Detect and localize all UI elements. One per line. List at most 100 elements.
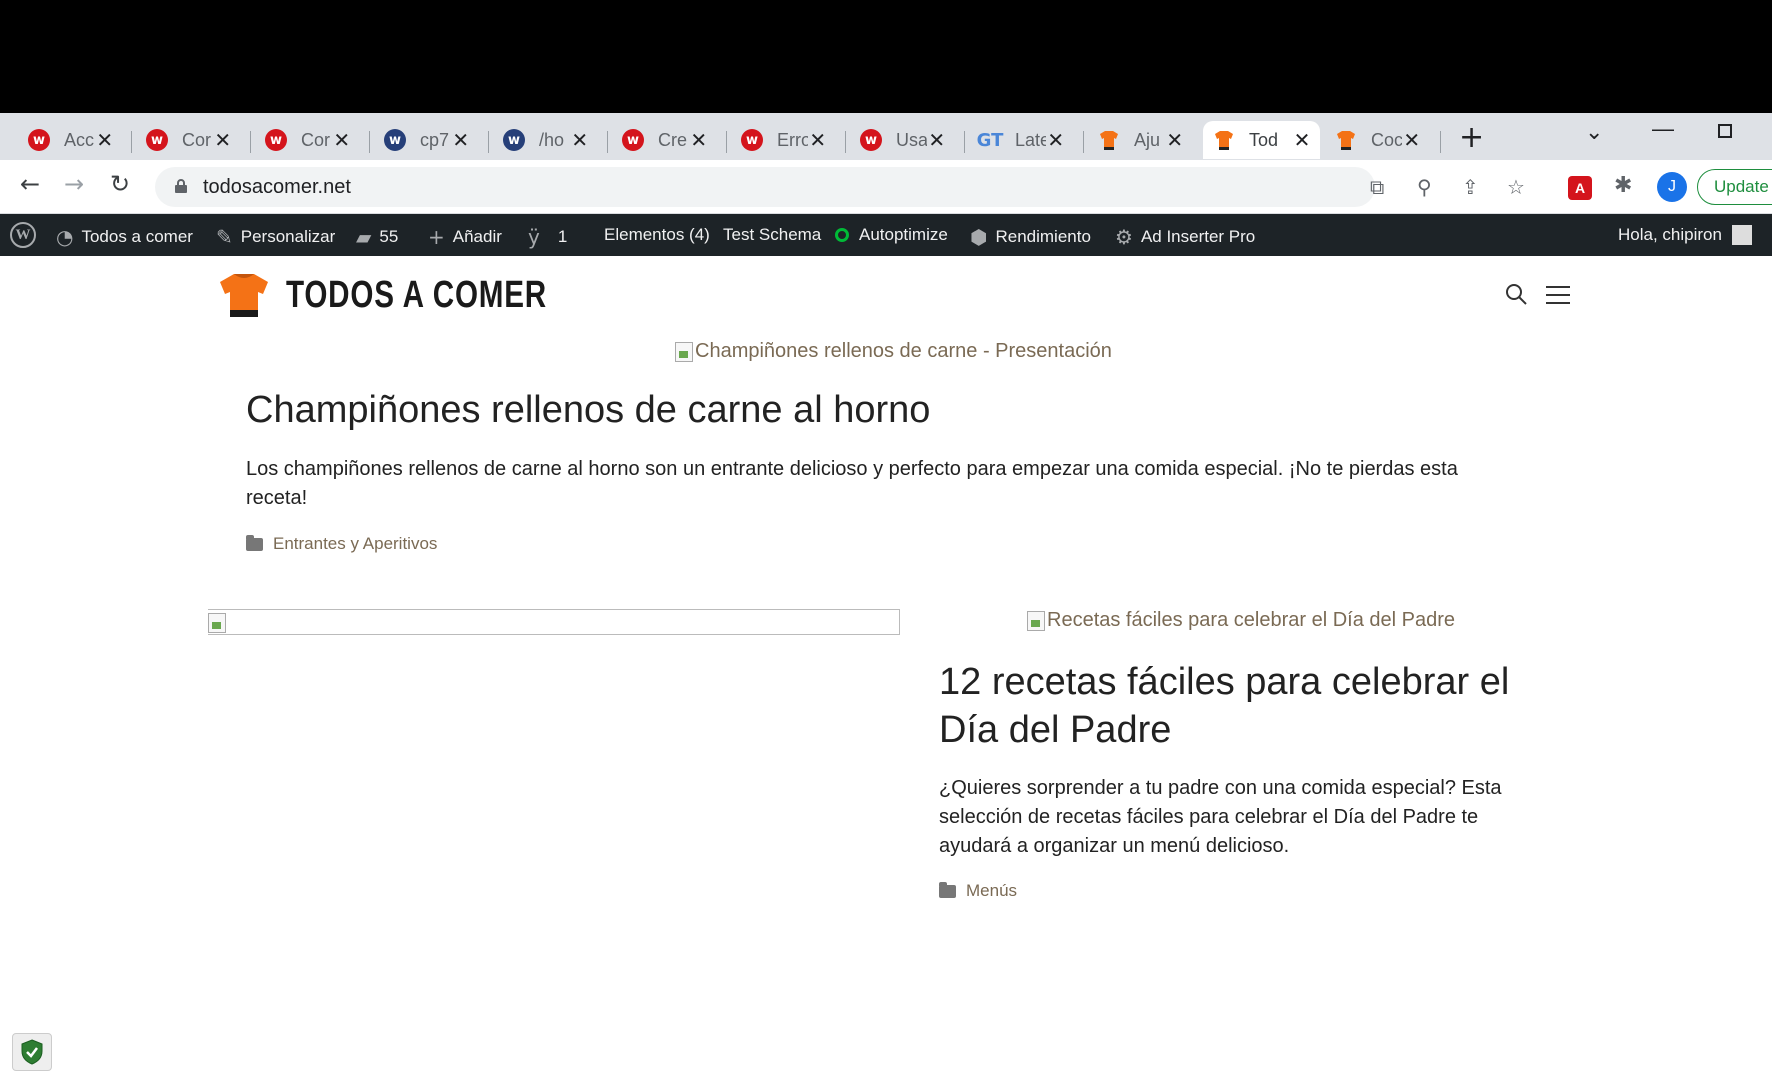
ad-inserter-label: Ad Inserter Pro <box>1140 227 1256 246</box>
restore-window-icon[interactable] <box>1718 124 1732 138</box>
url-text[interactable]: todosacomer.net <box>203 176 351 199</box>
autoptimize-label: Autoptimize <box>859 225 948 244</box>
add-new-label: Añadir <box>452 227 502 246</box>
shirt-icon <box>1335 129 1357 151</box>
w-red-circle-icon: w <box>146 129 168 151</box>
w-red-icon: w <box>622 129 644 151</box>
comment-bubble-icon: ▰ <box>356 225 372 249</box>
close-icon[interactable]: ✕ <box>451 128 470 152</box>
address-bar[interactable]: todosacomer.net ⧉ ⚲ ⇪ ☆ <box>155 167 1525 207</box>
close-icon[interactable]: ✕ <box>1402 128 1421 152</box>
tab-separator <box>607 131 608 153</box>
browser-tab[interactable]: w Cor ✕ <box>136 121 240 159</box>
close-icon[interactable]: ✕ <box>808 128 827 152</box>
browser-tab[interactable]: w Erro ✕ <box>731 121 835 159</box>
admin-bar-comments[interactable]: ▰ 55 <box>356 225 398 249</box>
browser-tab[interactable]: GT Late ✕ <box>969 121 1073 159</box>
reload-icon[interactable]: ↻ <box>110 170 130 198</box>
close-icon[interactable]: ✕ <box>570 128 589 152</box>
w-blue-circle-icon: w <box>503 129 525 151</box>
greeting-label: Hola, chipiron <box>1618 225 1722 244</box>
admin-bar-yoast[interactable]: ÿ 1 <box>528 225 567 249</box>
wp-admin-bar: W ◔ Todos a comer ✎ Personalizar ▰ 55 + … <box>0 214 1772 256</box>
admin-bar-add-new[interactable]: + Añadir <box>428 225 502 249</box>
zoom-out-icon[interactable]: ⚲ <box>1417 175 1432 199</box>
admin-bar-autoptimize[interactable]: Autoptimize <box>835 225 948 245</box>
close-icon[interactable]: ✕ <box>927 128 946 152</box>
post-title[interactable]: Champiñones rellenos de carne al horno <box>246 386 930 434</box>
tab-separator <box>1083 131 1084 153</box>
image-placeholder[interactable] <box>208 609 900 635</box>
browser-tab[interactable]: w Acc ✕ <box>18 121 122 159</box>
translate-icon[interactable]: ⧉ <box>1370 175 1384 199</box>
post-title[interactable]: 12 recetas fáciles para celebrar el Día … <box>939 658 1569 754</box>
tab-title: Erro <box>777 129 809 150</box>
comments-count: 55 <box>379 227 399 246</box>
category-link[interactable]: Menús <box>966 881 1017 901</box>
tab-title: Late <box>1015 129 1047 150</box>
close-icon[interactable]: ✕ <box>95 128 114 152</box>
new-tab-plus-icon[interactable]: + <box>1459 120 1484 155</box>
browser-tab[interactable]: Coc ✕ <box>1325 121 1429 159</box>
tab-separator <box>964 131 965 153</box>
profile-avatar[interactable]: J <box>1657 172 1687 202</box>
security-shield-badge[interactable] <box>12 1033 52 1071</box>
browser-tab[interactable]: w Usa ✕ <box>850 121 954 159</box>
browser-tab[interactable]: w Cor ✕ <box>255 121 359 159</box>
admin-bar-ad-inserter[interactable]: ⚙ Ad Inserter Pro <box>1115 225 1255 249</box>
wordpress-logo-icon[interactable]: W <box>10 222 36 248</box>
close-icon[interactable]: ✕ <box>213 128 232 152</box>
bookmark-star-icon[interactable]: ☆ <box>1507 175 1525 199</box>
close-icon[interactable]: ✕ <box>332 128 351 152</box>
shirt-icon <box>1098 129 1120 151</box>
post-category[interactable]: Entrantes y Aperitivos <box>246 534 437 554</box>
broken-image[interactable]: Champiñones rellenos de carne - Presenta… <box>675 340 1112 363</box>
search-icon[interactable] <box>1504 282 1528 306</box>
pdf-extension-icon[interactable]: A <box>1568 176 1592 200</box>
browser-tab[interactable]: Aju ✕ <box>1088 121 1192 159</box>
folder-icon <box>939 881 956 898</box>
site-logo[interactable]: TODOS A COMER <box>218 272 621 318</box>
admin-bar-account[interactable]: Hola, chipiron <box>1618 225 1752 245</box>
browser-tab[interactable]: w cp7 ✕ <box>374 121 478 159</box>
tab-title: Coc <box>1371 129 1403 150</box>
admin-bar-customize[interactable]: ✎ Personalizar <box>216 225 335 249</box>
close-icon[interactable]: ✕ <box>1165 128 1184 152</box>
close-icon[interactable]: ✕ <box>689 128 708 152</box>
category-link[interactable]: Entrantes y Aperitivos <box>273 534 437 554</box>
broken-image-icon <box>1027 610 1045 631</box>
w-red-icon: w <box>28 129 50 151</box>
performance-label: Rendimiento <box>995 227 1091 246</box>
broken-image[interactable]: Recetas fáciles para celebrar el Día del… <box>1027 609 1455 632</box>
lock-icon[interactable] <box>175 179 187 193</box>
shirt-logo-icon <box>220 274 268 317</box>
hamburger-menu-icon[interactable] <box>1546 286 1570 310</box>
tab-separator <box>131 131 132 153</box>
close-icon[interactable]: ✕ <box>1292 128 1312 152</box>
tab-separator <box>845 131 846 153</box>
back-arrow-icon[interactable]: ← <box>20 170 40 198</box>
chevron-down-icon[interactable]: ⌄ <box>1585 120 1603 145</box>
yoast-icon: ÿ <box>528 225 540 249</box>
share-icon[interactable]: ⇪ <box>1462 175 1479 199</box>
gear-icon: ⚙ <box>1115 225 1133 249</box>
browser-tab[interactable]: w /ho ✕ <box>493 121 597 159</box>
admin-bar-test-schema[interactable]: Test Schema <box>723 225 821 245</box>
puzzle-extensions-icon[interactable]: ✱ <box>1614 173 1632 198</box>
browser-tab-active[interactable]: Tod ✕ <box>1203 121 1320 159</box>
tab-separator <box>369 131 370 153</box>
forward-arrow-icon[interactable]: → <box>64 170 84 198</box>
update-button[interactable]: Update <box>1697 169 1772 205</box>
tab-separator <box>726 131 727 153</box>
admin-bar-site-name[interactable]: ◔ Todos a comer <box>56 225 193 249</box>
post-category[interactable]: Menús <box>939 881 1017 901</box>
browser-tab-strip: w Acc ✕ w Cor ✕ w Cor ✕ w cp7 ✕ w /ho ✕ … <box>0 113 1772 160</box>
admin-bar-elements[interactable]: Elementos (4) <box>604 225 710 245</box>
folder-icon <box>246 534 263 551</box>
admin-bar-performance[interactable]: ⬢ Rendimiento <box>970 225 1091 249</box>
status-circle-icon <box>835 228 849 242</box>
browser-tab[interactable]: w Cre ✕ <box>612 121 716 159</box>
close-icon[interactable]: ✕ <box>1046 128 1065 152</box>
minimize-icon[interactable]: — <box>1652 116 1674 142</box>
tab-title: Acc <box>64 129 95 150</box>
